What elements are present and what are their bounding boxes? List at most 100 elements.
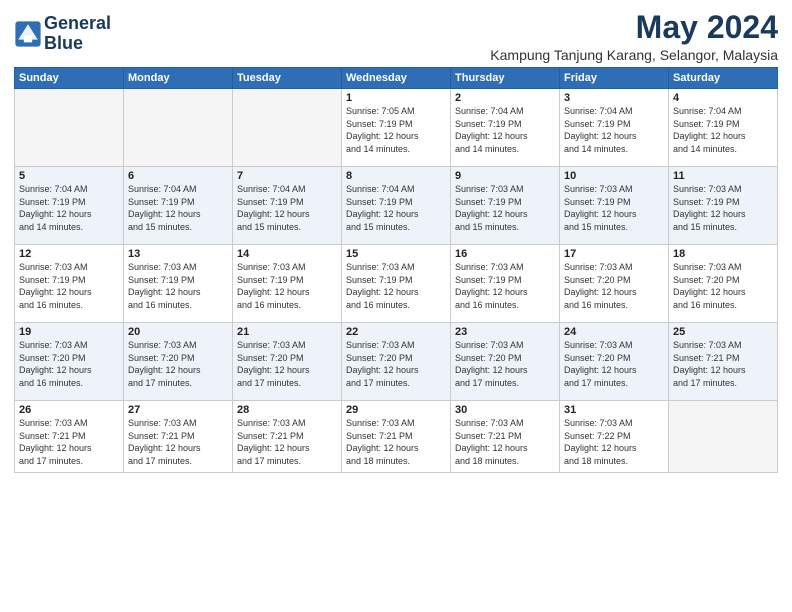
day-number: 22 <box>346 326 446 338</box>
day-info: Sunrise: 7:03 AM Sunset: 7:19 PM Dayligh… <box>346 261 446 311</box>
day-number: 24 <box>564 326 664 338</box>
logo-text: General Blue <box>44 14 111 54</box>
calendar-cell: 6Sunrise: 7:04 AM Sunset: 7:19 PM Daylig… <box>124 167 233 245</box>
calendar-row-2: 12Sunrise: 7:03 AM Sunset: 7:19 PM Dayli… <box>15 245 778 323</box>
page: General Blue May 2024 Kampung Tanjung Ka… <box>0 0 792 612</box>
day-number: 1 <box>346 92 446 104</box>
day-number: 9 <box>455 170 555 182</box>
calendar-cell: 9Sunrise: 7:03 AM Sunset: 7:19 PM Daylig… <box>451 167 560 245</box>
header-friday: Friday <box>560 68 669 89</box>
calendar-cell: 12Sunrise: 7:03 AM Sunset: 7:19 PM Dayli… <box>15 245 124 323</box>
header-monday: Monday <box>124 68 233 89</box>
day-info: Sunrise: 7:05 AM Sunset: 7:19 PM Dayligh… <box>346 105 446 155</box>
calendar-row-3: 19Sunrise: 7:03 AM Sunset: 7:20 PM Dayli… <box>15 323 778 401</box>
calendar-cell: 7Sunrise: 7:04 AM Sunset: 7:19 PM Daylig… <box>233 167 342 245</box>
calendar-cell: 4Sunrise: 7:04 AM Sunset: 7:19 PM Daylig… <box>669 89 778 167</box>
calendar-cell: 5Sunrise: 7:04 AM Sunset: 7:19 PM Daylig… <box>15 167 124 245</box>
logo-line2: Blue <box>44 34 111 54</box>
calendar-cell <box>233 89 342 167</box>
day-number: 31 <box>564 404 664 416</box>
header-wednesday: Wednesday <box>342 68 451 89</box>
header-sunday: Sunday <box>15 68 124 89</box>
calendar-cell <box>124 89 233 167</box>
day-info: Sunrise: 7:03 AM Sunset: 7:20 PM Dayligh… <box>128 339 228 389</box>
logo-icon <box>14 20 42 48</box>
calendar-cell: 30Sunrise: 7:03 AM Sunset: 7:21 PM Dayli… <box>451 401 560 473</box>
calendar-cell: 28Sunrise: 7:03 AM Sunset: 7:21 PM Dayli… <box>233 401 342 473</box>
calendar-cell: 16Sunrise: 7:03 AM Sunset: 7:19 PM Dayli… <box>451 245 560 323</box>
day-number: 23 <box>455 326 555 338</box>
calendar-cell: 20Sunrise: 7:03 AM Sunset: 7:20 PM Dayli… <box>124 323 233 401</box>
calendar-table: Sunday Monday Tuesday Wednesday Thursday… <box>14 67 778 473</box>
calendar-cell: 2Sunrise: 7:04 AM Sunset: 7:19 PM Daylig… <box>451 89 560 167</box>
calendar-cell: 8Sunrise: 7:04 AM Sunset: 7:19 PM Daylig… <box>342 167 451 245</box>
title-area: May 2024 Kampung Tanjung Karang, Selango… <box>490 10 778 63</box>
calendar-cell: 31Sunrise: 7:03 AM Sunset: 7:22 PM Dayli… <box>560 401 669 473</box>
day-number: 7 <box>237 170 337 182</box>
calendar-row-0: 1Sunrise: 7:05 AM Sunset: 7:19 PM Daylig… <box>15 89 778 167</box>
month-title: May 2024 <box>490 10 778 45</box>
logo-line1: General <box>44 14 111 34</box>
day-number: 21 <box>237 326 337 338</box>
calendar-cell: 21Sunrise: 7:03 AM Sunset: 7:20 PM Dayli… <box>233 323 342 401</box>
day-info: Sunrise: 7:04 AM Sunset: 7:19 PM Dayligh… <box>237 183 337 233</box>
day-number: 18 <box>673 248 773 260</box>
day-number: 3 <box>564 92 664 104</box>
day-info: Sunrise: 7:03 AM Sunset: 7:19 PM Dayligh… <box>128 261 228 311</box>
day-info: Sunrise: 7:03 AM Sunset: 7:19 PM Dayligh… <box>19 261 119 311</box>
day-number: 19 <box>19 326 119 338</box>
calendar-cell: 29Sunrise: 7:03 AM Sunset: 7:21 PM Dayli… <box>342 401 451 473</box>
calendar-cell: 3Sunrise: 7:04 AM Sunset: 7:19 PM Daylig… <box>560 89 669 167</box>
day-number: 8 <box>346 170 446 182</box>
day-info: Sunrise: 7:04 AM Sunset: 7:19 PM Dayligh… <box>19 183 119 233</box>
calendar-cell: 14Sunrise: 7:03 AM Sunset: 7:19 PM Dayli… <box>233 245 342 323</box>
day-info: Sunrise: 7:03 AM Sunset: 7:20 PM Dayligh… <box>237 339 337 389</box>
day-info: Sunrise: 7:03 AM Sunset: 7:20 PM Dayligh… <box>455 339 555 389</box>
day-info: Sunrise: 7:03 AM Sunset: 7:20 PM Dayligh… <box>19 339 119 389</box>
calendar-cell: 17Sunrise: 7:03 AM Sunset: 7:20 PM Dayli… <box>560 245 669 323</box>
day-number: 12 <box>19 248 119 260</box>
calendar-cell: 27Sunrise: 7:03 AM Sunset: 7:21 PM Dayli… <box>124 401 233 473</box>
day-number: 25 <box>673 326 773 338</box>
day-info: Sunrise: 7:03 AM Sunset: 7:20 PM Dayligh… <box>346 339 446 389</box>
weekday-header-row: Sunday Monday Tuesday Wednesday Thursday… <box>15 68 778 89</box>
header-thursday: Thursday <box>451 68 560 89</box>
calendar-cell: 26Sunrise: 7:03 AM Sunset: 7:21 PM Dayli… <box>15 401 124 473</box>
day-number: 5 <box>19 170 119 182</box>
day-number: 20 <box>128 326 228 338</box>
day-info: Sunrise: 7:03 AM Sunset: 7:20 PM Dayligh… <box>673 261 773 311</box>
day-info: Sunrise: 7:03 AM Sunset: 7:19 PM Dayligh… <box>455 183 555 233</box>
day-info: Sunrise: 7:03 AM Sunset: 7:21 PM Dayligh… <box>673 339 773 389</box>
day-info: Sunrise: 7:04 AM Sunset: 7:19 PM Dayligh… <box>346 183 446 233</box>
header-saturday: Saturday <box>669 68 778 89</box>
logo: General Blue <box>14 14 111 54</box>
day-info: Sunrise: 7:03 AM Sunset: 7:21 PM Dayligh… <box>455 417 555 467</box>
calendar-cell: 11Sunrise: 7:03 AM Sunset: 7:19 PM Dayli… <box>669 167 778 245</box>
day-info: Sunrise: 7:04 AM Sunset: 7:19 PM Dayligh… <box>128 183 228 233</box>
location-title: Kampung Tanjung Karang, Selangor, Malays… <box>490 47 778 63</box>
day-number: 10 <box>564 170 664 182</box>
day-info: Sunrise: 7:03 AM Sunset: 7:20 PM Dayligh… <box>564 261 664 311</box>
day-number: 27 <box>128 404 228 416</box>
calendar-cell: 15Sunrise: 7:03 AM Sunset: 7:19 PM Dayli… <box>342 245 451 323</box>
day-info: Sunrise: 7:03 AM Sunset: 7:19 PM Dayligh… <box>673 183 773 233</box>
day-number: 16 <box>455 248 555 260</box>
calendar-cell <box>15 89 124 167</box>
day-info: Sunrise: 7:03 AM Sunset: 7:21 PM Dayligh… <box>128 417 228 467</box>
day-number: 6 <box>128 170 228 182</box>
calendar-cell: 18Sunrise: 7:03 AM Sunset: 7:20 PM Dayli… <box>669 245 778 323</box>
calendar-cell: 10Sunrise: 7:03 AM Sunset: 7:19 PM Dayli… <box>560 167 669 245</box>
day-info: Sunrise: 7:04 AM Sunset: 7:19 PM Dayligh… <box>455 105 555 155</box>
day-number: 30 <box>455 404 555 416</box>
day-number: 11 <box>673 170 773 182</box>
day-number: 29 <box>346 404 446 416</box>
day-info: Sunrise: 7:03 AM Sunset: 7:21 PM Dayligh… <box>19 417 119 467</box>
header: General Blue May 2024 Kampung Tanjung Ka… <box>14 10 778 63</box>
day-info: Sunrise: 7:03 AM Sunset: 7:21 PM Dayligh… <box>346 417 446 467</box>
calendar-cell: 1Sunrise: 7:05 AM Sunset: 7:19 PM Daylig… <box>342 89 451 167</box>
day-info: Sunrise: 7:03 AM Sunset: 7:22 PM Dayligh… <box>564 417 664 467</box>
calendar-cell: 25Sunrise: 7:03 AM Sunset: 7:21 PM Dayli… <box>669 323 778 401</box>
day-number: 28 <box>237 404 337 416</box>
day-number: 14 <box>237 248 337 260</box>
calendar-row-4: 26Sunrise: 7:03 AM Sunset: 7:21 PM Dayli… <box>15 401 778 473</box>
